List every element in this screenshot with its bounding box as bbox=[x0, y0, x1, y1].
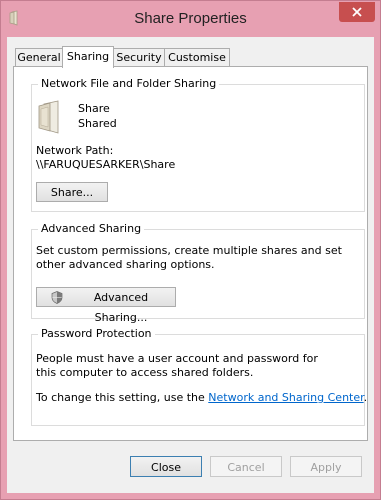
tab-security[interactable]: Security bbox=[113, 48, 165, 67]
tab-customise[interactable]: Customise bbox=[164, 48, 230, 67]
network-sharing-center-link[interactable]: Network and Sharing Center bbox=[208, 391, 363, 404]
network-path-value: \\FARUQUESARKER\Share bbox=[36, 158, 176, 171]
close-icon bbox=[352, 7, 362, 17]
advanced-sharing-title: Advanced Sharing bbox=[38, 222, 145, 235]
advanced-sharing-group: Advanced Sharing Set custom permissions,… bbox=[31, 222, 365, 324]
network-sharing-group: Network File and Folder Sharing Share Sh… bbox=[31, 77, 365, 212]
share-button[interactable]: Share... bbox=[36, 182, 108, 202]
password-protection-group: Password Protection People must have a u… bbox=[31, 327, 367, 426]
sharing-tab-panel: Network File and Folder Sharing Share Sh… bbox=[13, 66, 368, 441]
uac-shield-icon bbox=[51, 291, 63, 304]
network-path-label: Network Path: bbox=[36, 144, 114, 157]
change-setting-suffix: . bbox=[363, 391, 368, 404]
change-setting-prefix: To change this setting, use the bbox=[36, 391, 209, 404]
cancel-button[interactable]: Cancel bbox=[210, 456, 282, 477]
folder-status: Shared bbox=[78, 117, 117, 130]
close-button[interactable]: Close bbox=[130, 456, 202, 477]
advanced-sharing-description: Set custom permissions, create multiple … bbox=[36, 244, 342, 271]
shared-folder-icon bbox=[38, 100, 59, 134]
advanced-sharing-button[interactable]: Advanced Sharing... bbox=[36, 287, 176, 324]
tab-general[interactable]: General bbox=[15, 48, 63, 67]
close-window-button[interactable] bbox=[339, 2, 375, 22]
dialog-client-area: General Sharing Security Customise Netwo… bbox=[7, 37, 374, 493]
folder-name: Share bbox=[78, 102, 110, 115]
password-protection-description: People must have a user account and pass… bbox=[36, 352, 318, 379]
properties-window: Share Properties General Sharing Securit… bbox=[0, 0, 381, 500]
network-sharing-title: Network File and Folder Sharing bbox=[38, 77, 220, 90]
apply-button[interactable]: Apply bbox=[290, 456, 362, 477]
title-bar[interactable]: Share Properties bbox=[1, 1, 380, 37]
tab-sharing[interactable]: Sharing bbox=[62, 46, 114, 68]
change-setting-text: To change this setting, use the Network … bbox=[36, 391, 367, 404]
password-protection-title: Password Protection bbox=[38, 327, 155, 340]
advanced-sharing-button-label: Advanced Sharing... bbox=[93, 291, 149, 324]
window-title: Share Properties bbox=[134, 10, 247, 27]
